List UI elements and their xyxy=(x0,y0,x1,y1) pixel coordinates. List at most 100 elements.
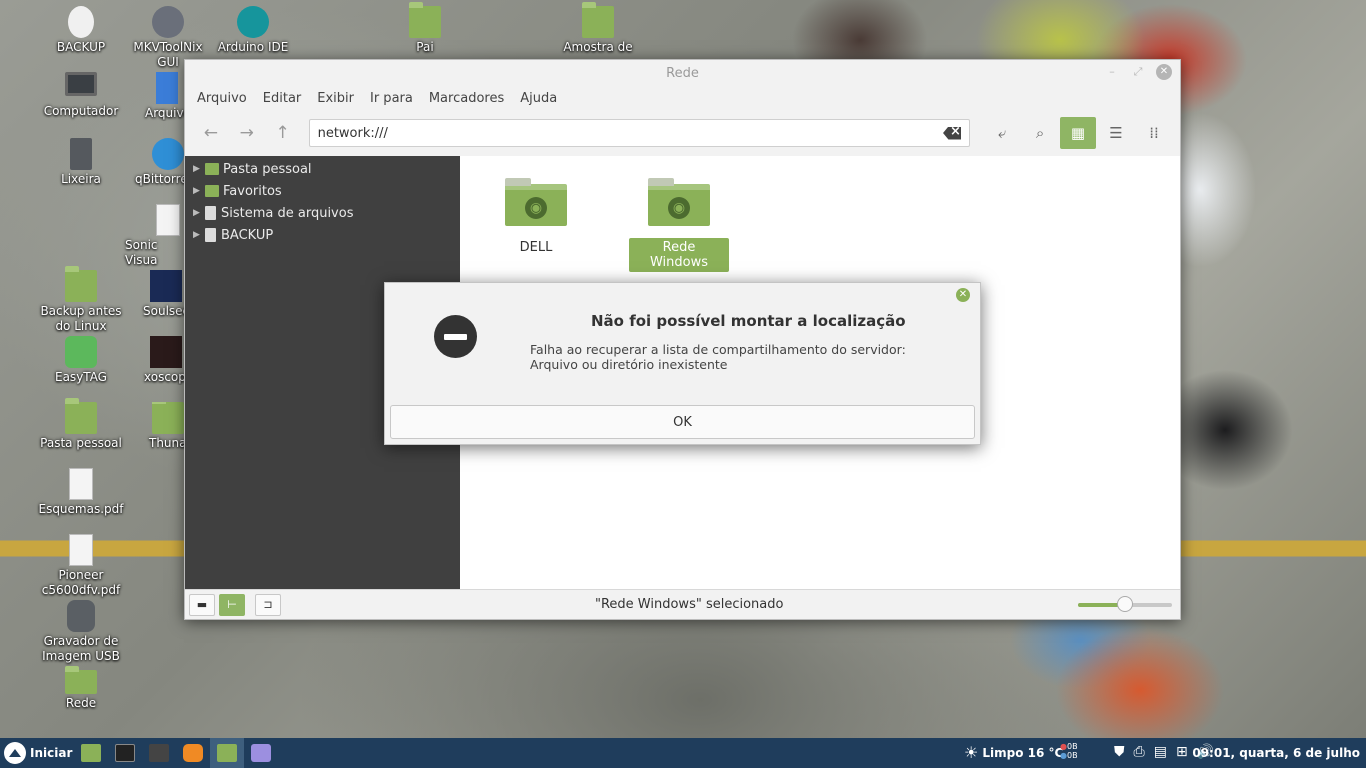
download-arrow-icon: ● xyxy=(1060,751,1067,760)
dialog-message: Falha ao recuperar a lista de compartilh… xyxy=(530,342,906,372)
desktop-icon-sonic-visualiser[interactable]: Sonic Visua xyxy=(118,204,184,268)
desktop-icon-pai[interactable]: Pai xyxy=(379,2,471,55)
net-upload-value: 0B xyxy=(1066,742,1078,751)
menu-ir-para[interactable]: Ir para xyxy=(362,91,421,106)
desktop-icon-gravador[interactable]: Gravador de Imagem USB xyxy=(35,600,127,664)
desktop-icon-soulseek[interactable]: Soulsee xyxy=(134,270,184,319)
hide-sidebar-button[interactable]: ⊐ xyxy=(255,593,281,616)
show-tree-button[interactable]: ⊢ xyxy=(219,593,245,616)
desktop-icon-backup-antes[interactable]: Backup antes do Linux xyxy=(35,266,127,334)
close-icon[interactable]: ✕ xyxy=(956,288,970,302)
taskbar-app-file-manager[interactable] xyxy=(210,738,244,768)
desktop-icon-pasta-pessoal[interactable]: Pasta pessoal xyxy=(35,398,127,451)
expander-icon[interactable]: ▶ xyxy=(193,208,205,218)
desktop-icon-qbittorrent[interactable]: qBittorre xyxy=(128,138,184,187)
clock[interactable]: 09:01, quarta, 6 de julho xyxy=(1192,746,1360,760)
toolbar: ← → ↑ network:/// ⤶ ⌕ ▦ ☰ ⁞⁞ xyxy=(185,110,1180,156)
compact-view-icon[interactable]: ⁞⁞ xyxy=(1136,117,1172,149)
menu-marcadores[interactable]: Marcadores xyxy=(421,91,512,106)
desktop-icon-thunar[interactable]: Thuna xyxy=(140,402,184,451)
toggle-location-icon[interactable]: ⤶ xyxy=(984,117,1020,149)
list-view-icon[interactable]: ☰ xyxy=(1098,117,1134,149)
taskbar-app-terminal[interactable] xyxy=(108,738,142,768)
folder-icon xyxy=(81,744,101,762)
show-places-button[interactable]: ▬ xyxy=(189,593,215,616)
desktop-icon-label: Soulsee xyxy=(143,304,184,318)
menu-arquivo[interactable]: Arquivo xyxy=(189,91,255,106)
clear-icon[interactable] xyxy=(943,126,962,140)
net-download: ●0B xyxy=(1060,751,1078,760)
sonic-visualiser-icon xyxy=(156,204,180,236)
clipboard-icon[interactable]: ▤ xyxy=(1154,744,1167,760)
desktop-icon-arduino[interactable]: Arduino IDE xyxy=(207,6,299,55)
weather-label: Limpo 16 °C xyxy=(982,745,1064,760)
expander-icon[interactable]: ▶ xyxy=(193,186,205,196)
sidebar-item-backup[interactable]: ▶ BACKUP xyxy=(185,224,460,246)
xoscope-icon xyxy=(150,336,182,368)
globe-icon: ◉ xyxy=(668,197,690,219)
document-icon xyxy=(156,72,178,104)
menu-exibir[interactable]: Exibir xyxy=(309,91,362,106)
window-titlebar[interactable]: Rede – ⤢ ✕ xyxy=(185,60,1180,86)
desktop-icon-lixeira[interactable]: Lixeira xyxy=(35,138,127,187)
desktop-icon-label: Computador xyxy=(43,104,119,118)
back-button[interactable]: ← xyxy=(193,117,229,149)
minimize-icon[interactable]: – xyxy=(1104,64,1120,80)
taskbar-app-files[interactable] xyxy=(74,738,108,768)
location-bar[interactable]: network:/// xyxy=(308,119,971,147)
menu-icon xyxy=(4,742,26,764)
zoom-slider[interactable] xyxy=(1078,596,1172,612)
desktop-icon-label: Backup antes do Linux xyxy=(40,304,122,333)
network-folder-icon: ◉ xyxy=(505,178,567,226)
menu-ajuda[interactable]: Ajuda xyxy=(512,91,565,106)
desktop-icon-easytag[interactable]: EasyTAG xyxy=(35,336,127,385)
sidebar-item-sistema[interactable]: ▶ Sistema de arquivos xyxy=(185,202,460,224)
ok-button[interactable]: OK xyxy=(390,405,975,439)
desktop-icon-rede[interactable]: Rede xyxy=(35,666,127,711)
desktop-icon-backup[interactable]: BACKUP xyxy=(35,6,127,55)
taskbar-app-text-editor[interactable] xyxy=(244,738,278,768)
sidebar-item-favoritos[interactable]: ▶ Favoritos xyxy=(185,180,460,202)
weather-applet[interactable]: ☀ Limpo 16 °C xyxy=(964,743,1063,762)
sidebar-item-pasta-pessoal[interactable]: ▶ Pasta pessoal xyxy=(185,158,460,180)
icon-view-icon[interactable]: ▦ xyxy=(1060,117,1097,149)
desktop-icon-xoscope[interactable]: xoscope xyxy=(136,336,184,385)
desktop-icon-label: Rede xyxy=(65,696,97,710)
expander-icon[interactable]: ▶ xyxy=(193,164,205,174)
desktop-icon-pioneer[interactable]: Pioneer c5600dfv.pdf xyxy=(35,534,127,598)
item-label: Rede Windows xyxy=(629,238,729,272)
forward-button[interactable]: → xyxy=(229,117,265,149)
desktop-icon-label: Amostra de xyxy=(563,40,633,54)
desktop-icon-arquivo[interactable]: Arquivo xyxy=(138,72,184,121)
maximize-icon[interactable]: ⤢ xyxy=(1130,64,1146,80)
up-button[interactable]: ↑ xyxy=(265,117,301,149)
search-icon[interactable]: ⌕ xyxy=(1022,117,1058,149)
network-folder-icon xyxy=(65,666,97,694)
dialog-titlebar[interactable]: ✕ xyxy=(385,283,980,307)
shield-icon[interactable]: ⛊ xyxy=(1114,744,1125,760)
taskbar-app-calculator[interactable] xyxy=(142,738,176,768)
star-folder-icon xyxy=(205,185,219,197)
close-icon[interactable]: ✕ xyxy=(1156,64,1172,80)
easytag-icon xyxy=(65,336,97,368)
item-dell[interactable]: ◉ DELL xyxy=(486,178,586,257)
desktop-icon-esquemas[interactable]: Esquemas.pdf xyxy=(35,468,127,517)
item-rede-windows[interactable]: ◉ Rede Windows xyxy=(629,178,729,272)
start-button[interactable]: Iniciar xyxy=(0,742,74,764)
net-download-value: 0B xyxy=(1066,751,1078,760)
error-icon xyxy=(434,315,477,358)
location-input[interactable]: network:/// xyxy=(318,126,943,141)
dialog-title: Não foi possível montar a localização xyxy=(591,312,906,330)
sidebar-item-label: BACKUP xyxy=(221,227,274,243)
sun-icon: ☀ xyxy=(964,743,979,762)
usb-icon xyxy=(67,600,95,632)
zoom-slider-handle[interactable] xyxy=(1117,596,1133,612)
desktop-icon-amostra[interactable]: Amostra de xyxy=(552,2,644,55)
expander-icon[interactable]: ▶ xyxy=(193,230,205,240)
printer-icon[interactable]: ⎙ xyxy=(1134,744,1145,760)
taskbar-app-update[interactable] xyxy=(176,738,210,768)
menu-editar[interactable]: Editar xyxy=(255,91,310,106)
desktop-icon-computador[interactable]: Computador xyxy=(35,72,127,119)
network-icon[interactable]: ⊞ xyxy=(1176,744,1188,760)
desktop-icon-label: Arquivo xyxy=(145,106,184,120)
